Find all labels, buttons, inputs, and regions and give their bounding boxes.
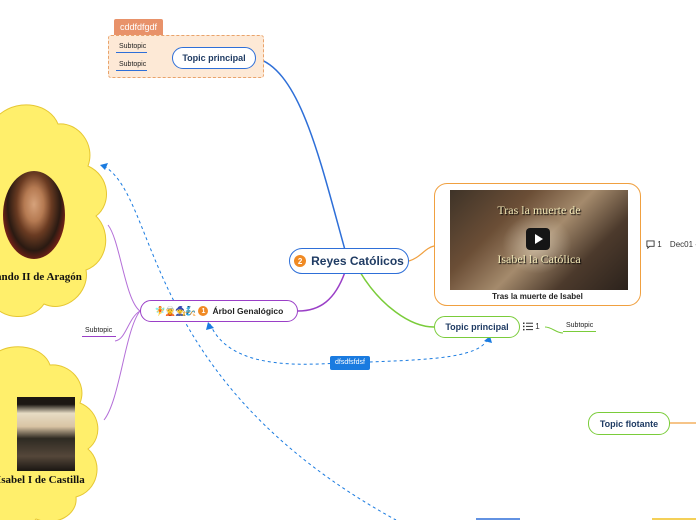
boundary-label[interactable]: cddfdfgdf <box>114 19 164 35</box>
tasks-count: 1 <box>535 322 540 331</box>
relationship-arrow-left <box>206 322 214 330</box>
portrait-isabel-image <box>17 397 75 471</box>
tasks-indicator[interactable]: 1 <box>523 322 540 331</box>
connector-topic-right-subtopic <box>544 326 564 334</box>
video-title-line1: Tras la muerte de <box>497 203 581 217</box>
subtopic-top-2-label: Subtopic <box>119 61 147 68</box>
connector-central-topic-top <box>255 57 346 251</box>
list-icon <box>523 322 533 331</box>
topic-principal-right[interactable]: Topic principal <box>434 316 520 338</box>
video-caption: Tras la muerte de Isabel <box>492 292 583 301</box>
relationship-label[interactable]: dfsdfsfdsf <box>330 356 370 370</box>
subtopic-right[interactable]: Subtopic <box>563 322 596 332</box>
subtopic-arbol[interactable]: Subtopic <box>82 327 116 337</box>
priority-badge: 2 <box>294 255 307 267</box>
topic-principal-right-label: Topic principal <box>445 322 509 332</box>
arbol-genealogico-label: Árbol Genalógico <box>212 306 284 316</box>
portrait-ferdinand-image <box>3 171 65 259</box>
person-label-isabel: Isabel I de Castilla <box>0 474 85 486</box>
comment-text: Dec01 - D <box>669 240 696 249</box>
connector-central-arbol <box>297 271 346 312</box>
subtopic-top-2[interactable]: Subtopic <box>116 61 147 71</box>
priority-badge-arbol: 1 <box>198 306 209 316</box>
relationship-long-dashed <box>103 165 397 520</box>
mind-map-canvas[interactable]: cddfdfgdf Topic principal Subtopic Subto… <box>0 0 696 520</box>
floating-topic[interactable]: Topic flotante <box>588 412 670 435</box>
play-icon[interactable] <box>526 228 550 250</box>
comment-indicator[interactable]: 1 Dec01 - D <box>646 240 696 250</box>
comment-icon <box>646 240 655 250</box>
subtopic-arbol-label: Subtopic <box>85 327 113 334</box>
subtopic-right-label: Subtopic <box>566 322 594 329</box>
video-title-line2: Isabel la Católica <box>497 252 581 266</box>
arbol-genealogico-topic[interactable]: 🧚🧝🧙🧞 1 Árbol Genalógico <box>140 300 298 322</box>
central-topic-label: Reyes Católicos <box>311 254 404 268</box>
subtopic-top-1-label: Subtopic <box>119 43 147 50</box>
video-thumbnail[interactable]: Tras la muerte de Isabel la Católica <box>450 190 628 290</box>
topic-principal-top[interactable]: Topic principal <box>172 47 256 69</box>
connector-central-topic-right <box>359 271 435 328</box>
fairy-emoji-icons: 🧚🧝🧙🧞 <box>154 305 197 316</box>
video-topic-card[interactable]: Tras la muerte de Isabel la Católica Tra… <box>434 183 641 306</box>
topic-principal-top-label: Topic principal <box>182 53 246 63</box>
subtopic-top-1[interactable]: Subtopic <box>116 43 147 53</box>
floating-topic-label: Topic flotante <box>599 418 659 429</box>
central-topic[interactable]: 2 Reyes Católicos <box>289 248 409 274</box>
comment-count: 1 <box>657 240 662 249</box>
connector-central-video <box>408 245 435 262</box>
person-label-ferdinand: ando II de Aragón <box>0 271 82 283</box>
